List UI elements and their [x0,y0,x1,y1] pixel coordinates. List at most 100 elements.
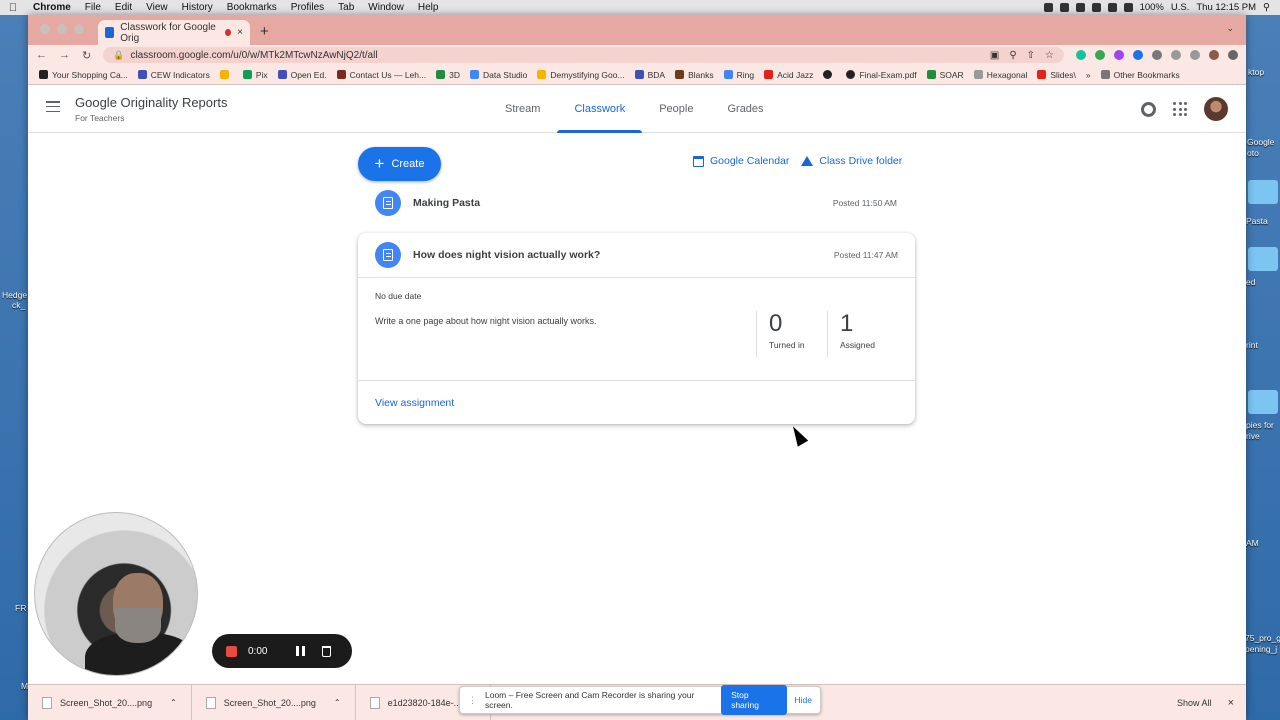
chevron-up-icon[interactable]: ⌃ [170,698,177,707]
wifi-icon[interactable] [1107,3,1117,12]
bookmark[interactable]: SOAR [922,70,969,80]
bookmark[interactable]: Open Ed. [273,70,332,80]
menu-history[interactable]: History [175,2,220,13]
create-button[interactable]: + Create [358,147,441,181]
menu-profiles[interactable]: Profiles [284,2,331,13]
input-locale[interactable]: U.S. [1171,2,1189,13]
bookmark[interactable] [215,70,238,79]
bookmark[interactable]: Final-Exam.pdf [841,70,921,80]
hide-button[interactable]: Hide [795,695,812,705]
assigned-stat[interactable]: 1 Assigned [827,311,875,357]
desktop-label[interactable]: Pasta [1246,216,1268,226]
camera-icon[interactable]: ▣ [990,50,999,61]
sync-icon[interactable] [1075,3,1085,12]
new-tab-button[interactable]: + [250,23,279,45]
download-item[interactable]: Screen_Shot_20....png ⌃ [28,684,192,720]
turned-in-stat[interactable]: 0 Turned in [756,311,805,357]
view-assignment-link[interactable]: View assignment [375,397,454,409]
desktop-folder-icon[interactable] [1248,390,1278,414]
zoom-icon[interactable]: ⚲ [1009,50,1016,61]
show-all-downloads-button[interactable]: Show All [1177,698,1228,708]
extension-icon[interactable] [1114,50,1124,60]
desktop-label[interactable]: pies for [1246,420,1274,430]
spotlight-icon[interactable]: ⚲ [1263,2,1270,13]
desktop-label[interactable]: 75_pro_g [1245,633,1280,643]
bookmark[interactable]: Contact Us — Leh... [332,70,432,80]
google-calendar-link[interactable]: Google Calendar [693,155,789,167]
extension-icon[interactable] [1095,50,1105,60]
bluetooth-icon[interactable] [1091,3,1101,12]
bookmark[interactable] [818,70,841,79]
classwork-item[interactable]: Making Pasta Posted 11:50 AM [358,186,914,220]
menu-tab[interactable]: Tab [331,2,361,13]
pause-icon[interactable] [296,646,306,656]
close-window-icon[interactable] [40,24,50,34]
other-bookmarks[interactable]: Other Bookmarks [1096,70,1185,80]
minimize-window-icon[interactable] [57,24,67,34]
extension-icon[interactable] [1133,50,1143,60]
more-menu-icon[interactable] [1228,50,1238,60]
account-avatar[interactable] [1204,97,1228,121]
bookmark[interactable]: Pix [238,70,273,80]
desktop-label[interactable]: Google [1247,137,1274,147]
desktop-label[interactable]: ck_ [12,300,25,310]
bookmark[interactable]: BDA [630,70,670,80]
tab-classwork[interactable]: Classwork [557,85,642,133]
desktop-label[interactable]: FR [15,603,26,613]
bookmark-star-icon[interactable]: ☆ [1045,50,1054,61]
close-downloads-icon[interactable]: × [1228,697,1246,709]
webcam-bubble[interactable] [34,512,198,676]
tab-grades[interactable]: Grades [710,85,780,133]
chevron-up-icon[interactable]: ⌃ [334,698,341,707]
back-icon[interactable]: ← [36,49,47,61]
tab-stream[interactable]: Stream [488,85,557,133]
puzzle-extensions-icon[interactable] [1152,50,1162,60]
desktop-folder-icon[interactable] [1248,180,1278,204]
volume-icon[interactable] [1123,3,1133,12]
bookmark[interactable]: Your Shopping Ca... [34,70,133,80]
desktop-label[interactable]: Hedge [2,290,27,300]
desktop-label[interactable]: oto [1247,148,1259,158]
stop-recording-button[interactable] [226,645,237,657]
desktop-label[interactable]: AM [1246,538,1259,548]
classwork-item[interactable]: How does night vision actually work? Pos… [358,233,915,278]
menu-bookmarks[interactable]: Bookmarks [220,2,284,13]
bookmark[interactable]: Hexagonal [969,70,1033,80]
reload-icon[interactable]: ↻ [82,49,91,62]
bookmark[interactable]: CEW Indicators [133,70,215,80]
bookmark[interactable]: 3D [431,70,465,80]
share-icon[interactable]: ⇧ [1027,50,1035,61]
google-apps-icon[interactable] [1173,102,1187,116]
tab-search-chevron-down-icon[interactable]: ⌄ [1226,23,1234,34]
desktop-label[interactable]: rint [1246,340,1258,350]
desktop-label[interactable]: rive [1246,431,1260,441]
main-menu-icon[interactable] [46,101,60,112]
bookmark[interactable]: Data Studio [465,70,532,80]
more-bookmarks-button[interactable]: » [1081,70,1096,80]
menu-file[interactable]: File [78,2,108,13]
desktop-label[interactable]: ktop [1248,67,1264,77]
browser-tab-classwork[interactable]: Classwork for Google Orig × [98,20,250,45]
menu-view[interactable]: View [139,2,175,13]
desktop-folder-icon[interactable] [1248,247,1278,271]
desktop-label[interactable]: ed [1246,277,1255,287]
sidebar-icon[interactable] [1190,50,1200,60]
address-bar[interactable]: 🔒 classroom.google.com/u/0/w/MTk2MTcwNzA… [103,47,1064,63]
bookmark[interactable]: Slides\ [1032,70,1081,80]
forward-icon[interactable]: → [59,49,70,61]
drag-handle-icon[interactable]: ⋮ [468,695,477,706]
menu-edit[interactable]: Edit [108,2,139,13]
profile-avatar[interactable] [1209,50,1219,60]
bookmark[interactable]: Ring [719,70,759,80]
trash-icon[interactable] [322,645,332,657]
menu-window[interactable]: Window [361,2,411,13]
settings-gear-icon[interactable] [1141,101,1156,117]
battery-percent[interactable]: 100% [1140,2,1164,13]
mic-icon[interactable] [1043,3,1053,12]
bookmark[interactable]: Blanks [670,70,719,80]
tab-people[interactable]: People [642,85,710,133]
menu-app[interactable]: Chrome [26,2,78,13]
grammarly-extension-icon[interactable] [1076,50,1086,60]
maximize-window-icon[interactable] [74,24,84,34]
download-item[interactable]: Screen_Shot_20....png ⌃ [192,684,356,720]
